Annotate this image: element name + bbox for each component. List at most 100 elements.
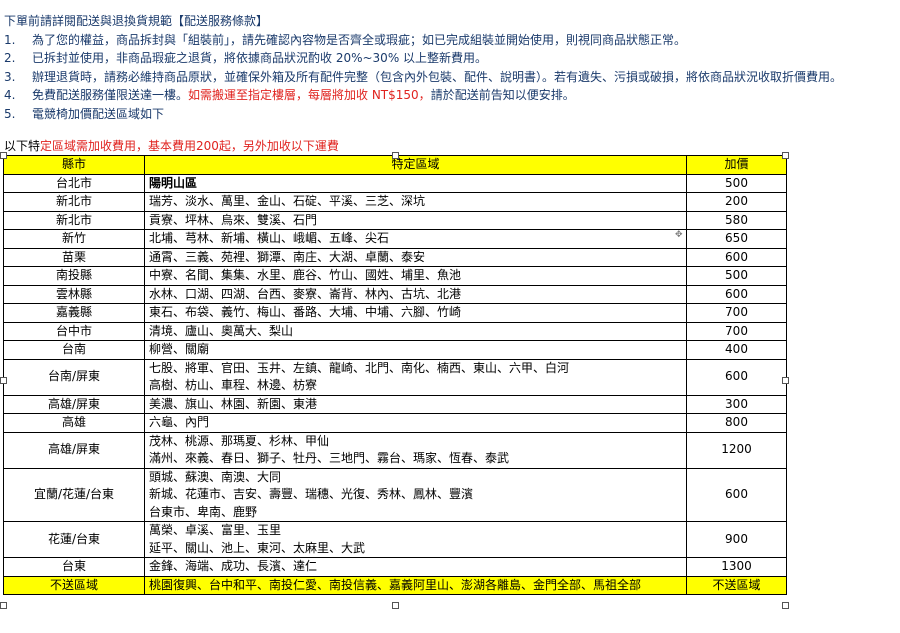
table-row: 花蓮/台東 萬榮、卓溪、富里、玉里 延平、關山、池上、東河、太麻里、大武 900 xyxy=(3,521,787,558)
price-cell[interactable]: 500 xyxy=(686,173,787,193)
areas-cell[interactable]: 萬榮、卓溪、富里、玉里 延平、關山、池上、東河、太麻里、大武 xyxy=(144,521,687,558)
areas-cell[interactable]: 茂林、桃源、那瑪夏、杉林、甲仙滿州、來義、春日、獅子、牡丹、三地門、霧台、瑪家、… xyxy=(144,431,687,469)
price-cell[interactable]: 580 xyxy=(686,210,787,230)
county-cell[interactable]: 台中市 xyxy=(3,321,145,341)
table-row: 台南/屏東 七股、將軍、官田、玉井、左鎮、龍崎、北門、南化、楠西、東山、六甲、白河… xyxy=(3,358,787,396)
header-price[interactable]: 加價 xyxy=(686,155,787,175)
price-cell[interactable]: 500 xyxy=(686,266,787,286)
resize-handle[interactable] xyxy=(392,152,399,159)
areas-cell[interactable]: 瑞芳、淡水、萬里、金山、石碇、平溪、三芝、深坑 xyxy=(144,192,687,212)
area-line: 柳營、關廟 xyxy=(149,342,210,356)
county-cell[interactable]: 南投縣 xyxy=(3,266,145,286)
area-line: 北埔、芎林、新埔、橫山、峨嵋、五峰、尖石 xyxy=(149,231,390,245)
resize-handle[interactable] xyxy=(0,377,7,384)
price-cell[interactable]: 700 xyxy=(686,303,787,323)
area-line: 延平、關山、池上、東河、太麻里、大武 xyxy=(149,540,366,555)
surcharge-table[interactable]: 縣市 特定區域 加價 台北市 陽明山區 500 新北市 瑞芳、淡水、萬里、金山、石碇、平… xyxy=(3,155,787,595)
price-cell[interactable]: 600 xyxy=(686,467,787,522)
resize-handle[interactable] xyxy=(782,377,789,384)
county-cell[interactable]: 新北市 xyxy=(3,210,145,230)
notice-item: 2. 已拆封並使用，非商品瑕疵之退貨，將依據商品狀況酌收 20%~30% 以上整新… xyxy=(4,51,488,65)
notice-item: 5. 電競椅加價配送區域如下 xyxy=(4,106,165,121)
areas-cell[interactable]: 北埔、芎林、新埔、橫山、峨嵋、五峰、尖石 xyxy=(144,229,687,249)
area-line: 滿州、來義、春日、獅子、牡丹、三地門、霧台、瑪家、恆春、泰武 xyxy=(149,451,510,465)
exclude-price-cell[interactable]: 不送區域 xyxy=(686,575,787,595)
areas-cell[interactable]: 美濃、旗山、林園、新園、東港 xyxy=(144,394,687,414)
county-cell[interactable]: 嘉義縣 xyxy=(3,303,145,323)
price-cell[interactable]: 600 xyxy=(686,284,787,304)
table-body: 台北市 陽明山區 500 新北市 瑞芳、淡水、萬里、金山、石碇、平溪、三芝、深坑 200 新… xyxy=(3,173,787,595)
header-county[interactable]: 縣市 xyxy=(3,155,145,175)
county-cell[interactable]: 高雄/屏東 xyxy=(3,394,145,414)
header-areas[interactable]: 特定區域 xyxy=(144,155,687,175)
areas-cell[interactable]: 六龜、內門 xyxy=(144,413,687,433)
exclude-row: 不送區域 桃園復興、台中和平、南投仁愛、南投信義、嘉義阿里山、澎湖各離島、金門全部… xyxy=(3,575,787,595)
areas-cell[interactable]: 中寮、名間、集集、水里、鹿谷、竹山、國姓、埔里、魚池 xyxy=(144,266,687,286)
areas-cell[interactable]: 水林、口湖、四湖、台西、麥寮、崙背、林內、古坑、北港 xyxy=(144,284,687,304)
table-row: 嘉義縣 東石、布袋、義竹、梅山、番路、大埔、中埔、六腳、竹崎 700 xyxy=(3,303,787,323)
areas-cell[interactable]: 陽明山區 xyxy=(144,173,687,193)
price-cell[interactable]: 700 xyxy=(686,321,787,341)
areas-cell[interactable]: 金鋒、海端、成功、長濱、達仁 xyxy=(144,557,687,577)
area-line: 高樹、枋山、車程、林邊、枋寮 xyxy=(149,378,318,392)
area-line: 通霄、三義、苑裡、獅潭、南庄、大湖、卓蘭、泰安 xyxy=(149,249,426,264)
resize-handle[interactable] xyxy=(782,602,789,609)
county-cell[interactable]: 新北市 xyxy=(3,192,145,212)
areas-cell[interactable]: 貢寮、坪林、烏來、雙溪、石門 xyxy=(144,210,687,230)
price-cell[interactable]: 300 xyxy=(686,394,787,414)
table-row: 南投縣 中寮、名間、集集、水里、鹿谷、竹山、國姓、埔里、魚池 500 xyxy=(3,266,787,286)
area-line: 水林、口湖、四湖、台西、麥寮、崙背、林內、古坑、北港 xyxy=(149,286,462,301)
table-row: 苗栗 通霄、三義、苑裡、獅潭、南庄、大湖、卓蘭、泰安 600 xyxy=(3,247,787,267)
area-line: 頭城、蘇澳、南澳、大同 xyxy=(149,469,282,484)
county-cell[interactable]: 宜蘭/花蓮/台東 xyxy=(3,467,145,522)
table-row: 新北市 貢寮、坪林、烏來、雙溪、石門 580 xyxy=(3,210,787,230)
price-cell[interactable]: 900 xyxy=(686,521,787,558)
price-cell[interactable]: 650 xyxy=(686,229,787,249)
area-line: 台東市、卑南、鹿野 xyxy=(149,504,258,519)
area-line: 貢寮、坪林、烏來、雙溪、石門 xyxy=(149,212,318,227)
areas-cell[interactable]: 柳營、關廟 xyxy=(144,340,687,360)
price-cell[interactable]: 600 xyxy=(686,247,787,267)
county-cell[interactable]: 新竹 xyxy=(3,229,145,249)
county-cell[interactable]: 台東 xyxy=(3,557,145,577)
shipping-notice: 下單前請詳閱配送與退換貨規範【配送服務條款】 1. 為了您的權益，商品拆封與「組裝… xyxy=(4,12,894,123)
price-cell[interactable]: 1300 xyxy=(686,557,787,577)
areas-cell[interactable]: 通霄、三義、苑裡、獅潭、南庄、大湖、卓蘭、泰安 xyxy=(144,247,687,267)
resize-handle[interactable] xyxy=(0,152,7,159)
county-cell[interactable]: 台北市 xyxy=(3,173,145,193)
table-row: 高雄/屏東 茂林、桃源、那瑪夏、杉林、甲仙滿州、來義、春日、獅子、牡丹、三地門、霧… xyxy=(3,431,787,469)
county-cell[interactable]: 雲林縣 xyxy=(3,284,145,304)
notice-item: 1. 為了您的權益，商品拆封與「組裝前」，請先確認內容物是否齊全或瑕疵；如已完成組… xyxy=(4,32,687,47)
table-row: 高雄/屏東 美濃、旗山、林園、新園、東港 300 xyxy=(3,394,787,414)
surcharge-subtitle: 以下特定區域需加收費用，基本費用200起，另外加收以下運費 xyxy=(4,139,339,153)
area-line: 茂林、桃源、那瑪夏、杉林、甲仙 xyxy=(149,433,330,448)
county-cell[interactable]: 苗栗 xyxy=(3,247,145,267)
exclude-county-cell[interactable]: 不送區域 xyxy=(3,575,145,595)
area-line: 清境、廬山、奧萬大、梨山 xyxy=(149,323,294,338)
area-line: 中寮、名間、集集、水里、鹿谷、竹山、國姓、埔里、魚池 xyxy=(149,268,462,282)
price-cell[interactable]: 600 xyxy=(686,358,787,396)
exclude-areas-cell[interactable]: 桃園復興、台中和平、南投仁愛、南投信義、嘉義阿里山、澎湖各離島、金門全部、馬祖全… xyxy=(144,575,687,595)
price-cell[interactable]: 1200 xyxy=(686,431,787,469)
areas-cell[interactable]: 清境、廬山、奧萬大、梨山 xyxy=(144,321,687,341)
table-row: 新竹 北埔、芎林、新埔、橫山、峨嵋、五峰、尖石 650 xyxy=(3,229,787,249)
resize-handle[interactable] xyxy=(782,152,789,159)
county-cell[interactable]: 花蓮/台東 xyxy=(3,521,145,558)
price-cell[interactable]: 200 xyxy=(686,192,787,212)
resize-handle[interactable] xyxy=(0,602,7,609)
area-line: 七股、將軍、官田、玉井、左鎮、龍崎、北門、南化、楠西、東山、六甲、白河 xyxy=(149,360,570,375)
price-cell[interactable]: 800 xyxy=(686,413,787,433)
table-row: 雲林縣 水林、口湖、四湖、台西、麥寮、崙背、林內、古坑、北港 600 xyxy=(3,284,787,304)
county-cell[interactable]: 高雄 xyxy=(3,413,145,433)
price-cell[interactable]: 400 xyxy=(686,340,787,360)
floor-fee-warning: 如需搬運至指定樓層，每層將加收 NT$150， xyxy=(188,88,431,102)
areas-cell[interactable]: 七股、將軍、官田、玉井、左鎮、龍崎、北門、南化、楠西、東山、六甲、白河 高樹、枋山… xyxy=(144,358,687,396)
areas-cell[interactable]: 東石、布袋、義竹、梅山、番路、大埔、中埔、六腳、竹崎 xyxy=(144,303,687,323)
county-cell[interactable]: 台南 xyxy=(3,340,145,360)
county-cell[interactable]: 高雄/屏東 xyxy=(3,431,145,469)
table-row: 台北市 陽明山區 500 xyxy=(3,173,787,193)
areas-cell[interactable]: 頭城、蘇澳、南澳、大同 新城、花蓮市、吉安、壽豐、瑞穗、光復、秀林、鳳林、豐濱 台東… xyxy=(144,467,687,522)
resize-handle[interactable] xyxy=(392,602,399,609)
notice-item: 4. 免費配送服務僅限送達一樓。如需搬運至指定樓層，每層將加收 NT$150，請於… xyxy=(4,88,575,102)
county-cell[interactable]: 台南/屏東 xyxy=(3,358,145,396)
